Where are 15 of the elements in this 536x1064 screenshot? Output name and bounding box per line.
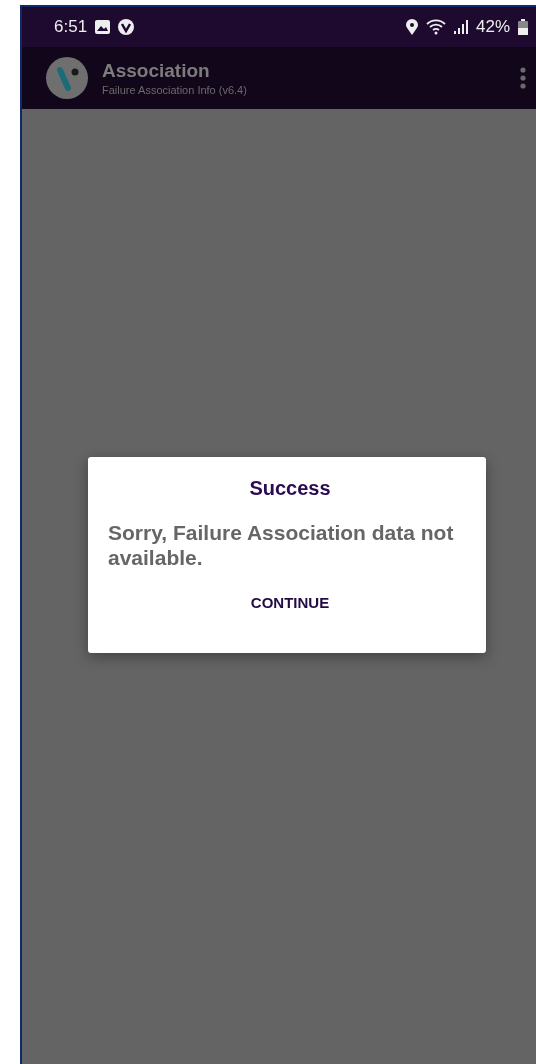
dialog-title: Success [249,477,331,500]
image-icon [95,20,111,34]
battery-icon [518,19,528,35]
app-logo-icon [46,57,88,99]
wifi-icon [425,19,446,35]
signal-icon [453,20,468,34]
continue-button[interactable]: CONTINUE [242,590,338,616]
more-menu-icon[interactable] [520,67,526,89]
dialog-message: Sorry, Failure Association data not available. [108,520,455,571]
app-badge-icon [118,19,135,35]
app-subtitle: Failure Association Info (v6.4) [102,84,248,96]
location-icon [405,19,418,35]
app-title: Association [102,60,211,82]
status-time: 6:51 [54,17,88,37]
battery-percent: 42% [475,17,510,37]
